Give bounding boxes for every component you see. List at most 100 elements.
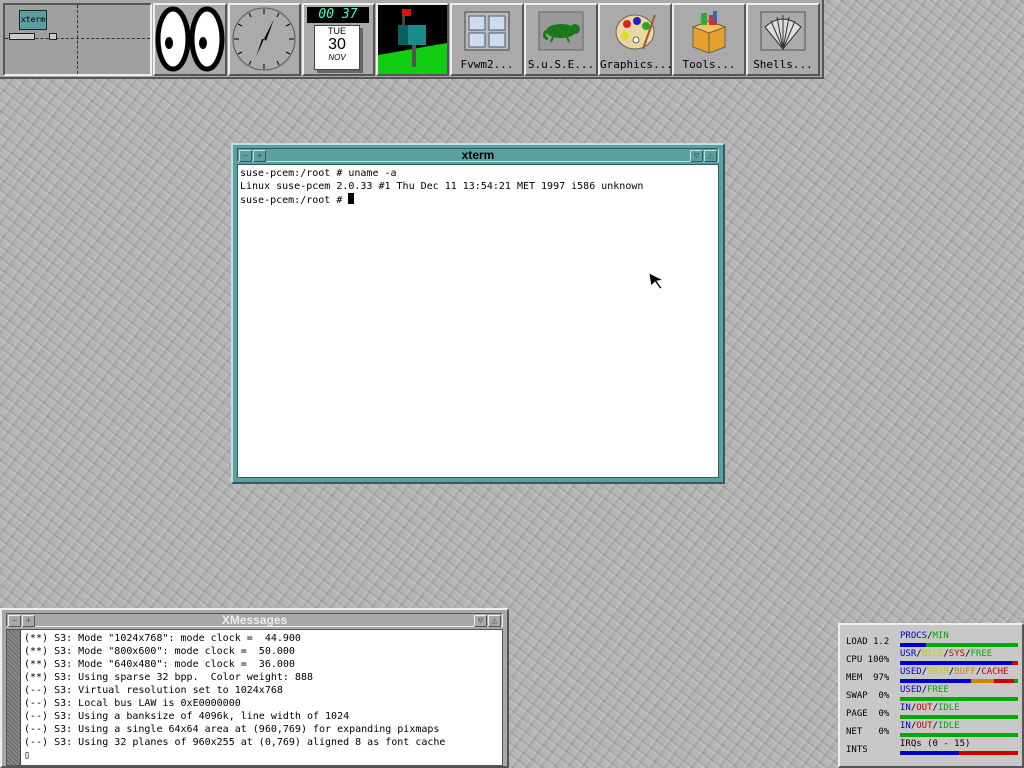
- meter-segment: [1014, 679, 1018, 683]
- fvwm-button-bar: xterm 00 37 TUE 30 NOV Fvwm2... S.u.S.E.…: [0, 0, 824, 79]
- log-line: (**) S3: Mode "1024x768": mode clock = 4…: [24, 633, 301, 644]
- legend-part: IDLE: [937, 721, 960, 731]
- triangle-down-icon: ▽: [477, 616, 484, 626]
- log-line: (--) S3: Using a single 64x64 area at (9…: [24, 724, 440, 735]
- calendar-weekday: TUE: [328, 26, 346, 36]
- folder-label: Shells...: [753, 58, 813, 71]
- meter-row: PAGE 0% IN/OUT/IDLE: [844, 703, 1020, 721]
- iconify-button[interactable]: ▽: [474, 615, 487, 627]
- mailbox-icon: [378, 9, 447, 74]
- meter-label: CPU 100%: [846, 655, 890, 665]
- xmessages-titlebar[interactable]: — + XMessages ▽ △: [6, 613, 503, 627]
- meter-row: SWAP 0% USED/FREE: [844, 685, 1020, 703]
- digital-clock: 00 37: [307, 7, 369, 23]
- meter-row: CPU 100% USR/NICE/SYS/FREE: [844, 649, 1020, 667]
- meter-legend: USED/SHAR/BUFF/CACHE: [900, 667, 1008, 677]
- iconify-button[interactable]: ▽: [690, 150, 703, 162]
- desktop-pager[interactable]: xterm: [3, 3, 152, 76]
- log-line: (--) S3: Using a banksize of 4096k, line…: [24, 711, 350, 722]
- calendar-month: NOV: [328, 53, 346, 62]
- legend-part: FREE: [970, 649, 993, 659]
- meter-segment: [925, 643, 1018, 647]
- meter-bar: [900, 643, 1018, 647]
- meter-bar: [900, 733, 1018, 737]
- meter-row: NET 0% IN/OUT/IDLE: [844, 721, 1020, 739]
- legend-part: SHAR: [927, 667, 949, 677]
- meter-legend: IN/OUT/IDLE: [900, 703, 960, 713]
- triangle-up-icon: △: [707, 151, 714, 161]
- folder-label: Graphics...: [600, 58, 673, 71]
- pager-xmessages-window[interactable]: [9, 33, 35, 40]
- legend-part: BUFF: [954, 667, 976, 677]
- calendar-day: 30: [328, 36, 346, 53]
- window-icon: [464, 11, 510, 51]
- log-line: (**) S3: Mode "800x600": mode clock = 50…: [24, 646, 295, 657]
- log-line: (--) S3: Local bus LAW is 0xE0000000: [24, 698, 241, 709]
- log-line: (--) S3: Using 32 planes of 960x255 at (…: [24, 737, 446, 748]
- toolbox-icon: [691, 11, 727, 54]
- meter-segment: [994, 679, 1015, 683]
- legend-part: SYS: [948, 649, 966, 659]
- xterm-window[interactable]: — + xterm ▽ △ suse-pcem:/root # uname -a…: [231, 143, 725, 484]
- window-title: xterm: [461, 148, 495, 162]
- meter-bar: [900, 751, 1018, 755]
- meter-row: MEM 97% USED/SHAR/BUFF/CACHE: [844, 667, 1020, 685]
- meter-bar: [900, 661, 1018, 665]
- fvwm2-menu-button[interactable]: Fvwm2...: [450, 3, 524, 76]
- xosview-monitor: LOAD 1.2 PROCS/MIN CPU 100% USR/NICE/SYS/FR…: [838, 623, 1024, 768]
- terminal-line: suse-pcem:/root # uname -a: [240, 168, 397, 179]
- meter-label: INTS: [846, 745, 868, 755]
- legend-part: IDLE: [937, 703, 960, 713]
- legend-part: FREE: [927, 685, 949, 695]
- mail-notifier[interactable]: [376, 3, 449, 76]
- legend-part: USED: [900, 667, 922, 677]
- legend-part: IN: [900, 721, 911, 731]
- meter-bar: [900, 697, 1018, 701]
- meter-legend: PROCS/MIN: [900, 631, 949, 641]
- message-area[interactable]: (**) S3: Mode "1024x768": mode clock = 4…: [6, 629, 503, 766]
- shells-menu-button[interactable]: Shells...: [746, 3, 820, 76]
- window-title: XMessages: [221, 613, 288, 627]
- maximize-button[interactable]: △: [488, 615, 501, 627]
- shell-icon: [760, 11, 806, 51]
- meter-segment: [900, 733, 1018, 737]
- terminal-prompt-line: suse-pcem:/root #: [240, 193, 716, 207]
- legend-part: MIN: [932, 631, 949, 641]
- pager-divider-v: [77, 5, 78, 74]
- xterm-titlebar[interactable]: — + xterm ▽ △: [237, 148, 719, 162]
- log-line: (**) S3: Mode "640x480": mode clock = 36…: [24, 659, 295, 670]
- pager-xterm-window[interactable]: xterm: [19, 10, 47, 30]
- message-log: (**) S3: Mode "1024x768": mode clock = 4…: [24, 632, 500, 762]
- meter-segment: [1012, 661, 1018, 665]
- text-cursor: [348, 193, 355, 204]
- terminal-line: Linux suse-pcem 2.0.33 #1 Thu Dec 11 13:…: [240, 181, 644, 192]
- meter-segment: [900, 679, 971, 683]
- mouse-pointer-icon: [648, 272, 665, 290]
- meter-label: NET 0%: [846, 727, 890, 737]
- meter-segment: [900, 643, 926, 647]
- scrollbar[interactable]: [7, 630, 21, 765]
- analog-clock-icon: [232, 7, 296, 71]
- folder-label: Fvwm2...: [460, 58, 514, 71]
- graphics-menu-button[interactable]: Graphics...: [598, 3, 673, 76]
- meter-label: MEM 97%: [846, 673, 890, 683]
- maximize-button[interactable]: △: [704, 150, 717, 162]
- meter-legend: IN/OUT/IDLE: [900, 721, 960, 731]
- analog-clock: [228, 3, 301, 76]
- calendar-icon: TUE 30 NOV: [314, 25, 360, 70]
- legend-part: IRQs (0 - 15): [900, 739, 971, 749]
- xmessages-window[interactable]: — + XMessages ▽ △ (**) S3: Mode "1024x76…: [0, 608, 509, 768]
- meter-legend: USR/NICE/SYS/FREE: [900, 649, 992, 659]
- terminal-output[interactable]: suse-pcem:/root # uname -a Linux suse-pce…: [237, 164, 719, 478]
- suse-menu-button[interactable]: S.u.S.E...: [524, 3, 598, 76]
- tools-menu-button[interactable]: Tools...: [672, 3, 746, 76]
- pager-xosview-window[interactable]: [49, 33, 57, 40]
- meter-segment: [900, 697, 1018, 701]
- legend-part: OUT: [916, 721, 933, 731]
- meter-legend: USED/FREE: [900, 685, 949, 695]
- log-line: (**) S3: Using sparse 32 bpp. Color weig…: [24, 672, 313, 683]
- meter-row: INTS IRQs (0 - 15): [844, 739, 1020, 757]
- meter-label: SWAP 0%: [846, 691, 890, 701]
- meter-bar: [900, 715, 1018, 719]
- triangle-down-icon: ▽: [693, 151, 700, 161]
